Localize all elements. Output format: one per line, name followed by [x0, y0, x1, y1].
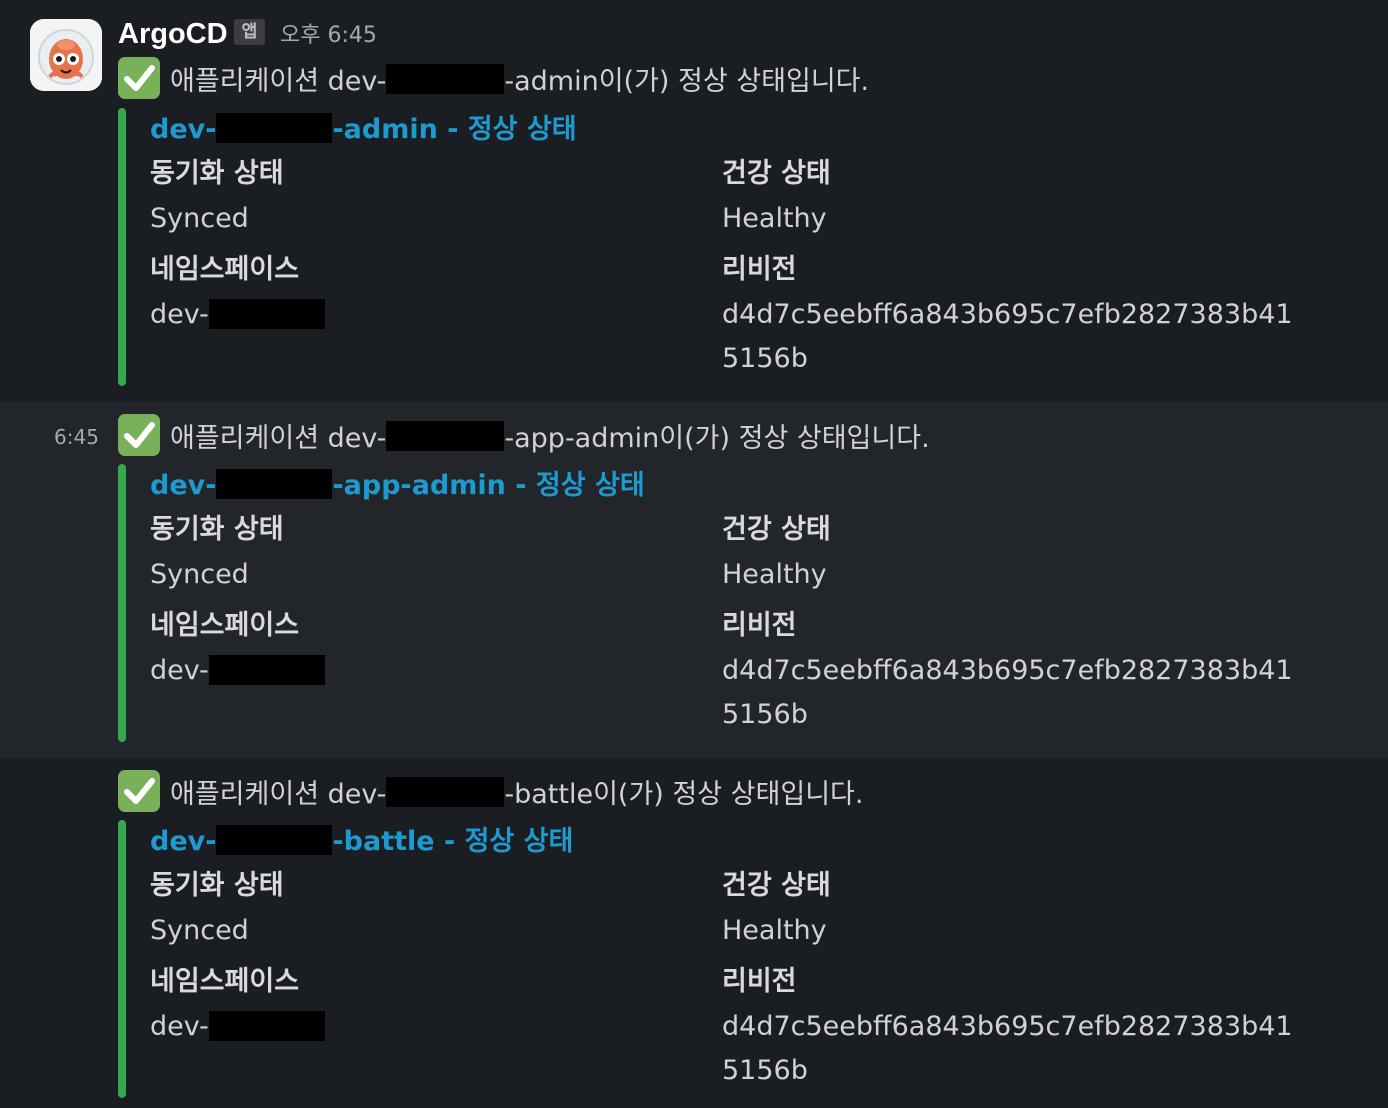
sync-status-value: Synced [150, 915, 249, 946]
sync-status-value: Synced [150, 559, 249, 590]
attachment-title-link[interactable]: dev- -admin - 정상 상태 [150, 110, 577, 150]
attachment-title-prefix: dev- [150, 826, 217, 857]
attachment-title-suffix: -app-admin - 정상 상태 [332, 470, 645, 501]
app-badge: 앱 [234, 19, 265, 45]
attachment-title-prefix: dev- [150, 114, 217, 145]
revision-value-line2: 5156b [722, 343, 808, 374]
message-text-suffix: -app-admin이(가) 정상 상태입니다. [504, 423, 930, 454]
attachment-color-bar [118, 820, 126, 1098]
redaction-block [216, 825, 333, 855]
sync-status-value: Synced [150, 203, 249, 234]
argocd-avatar-icon[interactable] [30, 19, 102, 91]
namespace-value: dev- [150, 1007, 325, 1047]
message-text-prefix: 애플리케이션 dev- [170, 779, 387, 810]
redaction-block [386, 64, 505, 94]
redaction-block [386, 777, 505, 807]
message[interactable]: 6:45 애플리케이션 dev- -app-admin이(가) 정상 상태입니다.… [0, 402, 1388, 758]
attachment-title-suffix: -battle - 정상 상태 [332, 826, 574, 857]
message[interactable]: 애플리케이션 dev- -battle이(가) 정상 상태입니다. dev- -ba… [0, 758, 1388, 1108]
attachment-title-suffix: -admin - 정상 상태 [332, 114, 577, 145]
health-status-value: Healthy [722, 915, 827, 946]
health-status-label: 건강 상태 [722, 158, 831, 189]
message-text: 애플리케이션 dev- -app-admin이(가) 정상 상태입니다. [118, 414, 930, 459]
revision-value-line1: d4d7c5eebff6a843b695c7efb2827383b41 [722, 1011, 1293, 1042]
attachment: dev- -battle - 정상 상태 동기화 상태 Synced 건강 상태 … [118, 820, 1378, 1098]
revision-value-line2: 5156b [722, 699, 808, 730]
white-check-mark-icon [118, 57, 160, 99]
redaction-block [386, 421, 505, 451]
sync-status-label: 동기화 상태 [150, 158, 284, 189]
message-text-suffix: -battle이(가) 정상 상태입니다. [504, 779, 864, 810]
sync-status-label: 동기화 상태 [150, 514, 284, 545]
namespace-value: dev- [150, 651, 325, 691]
namespace-label: 네임스페이스 [150, 610, 300, 641]
attachment: dev- -app-admin - 정상 상태 동기화 상태 Synced 건강 … [118, 464, 1378, 742]
message-hover-timestamp[interactable]: 6:45 [54, 422, 99, 452]
attachment: dev- -admin - 정상 상태 동기화 상태 Synced 건강 상태 H… [118, 108, 1378, 386]
message[interactable]: ArgoCD 앱 오후 6:45 애플리케이션 dev- -admin이(가) 정… [0, 0, 1388, 402]
attachment-title-link[interactable]: dev- -battle - 정상 상태 [150, 822, 573, 862]
redaction-block [208, 655, 325, 685]
attachment-color-bar [118, 108, 126, 386]
health-status-value: Healthy [722, 559, 827, 590]
namespace-value-prefix: dev- [150, 299, 209, 330]
sync-status-label: 동기화 상태 [150, 870, 284, 901]
attachment-title-link[interactable]: dev- -app-admin - 정상 상태 [150, 466, 645, 506]
message-text-prefix: 애플리케이션 dev- [170, 423, 387, 454]
namespace-value: dev- [150, 295, 325, 335]
revision-value-line2: 5156b [722, 1055, 808, 1086]
message-text-prefix: 애플리케이션 dev- [170, 66, 387, 97]
white-check-mark-icon [118, 414, 160, 456]
health-status-label: 건강 상태 [722, 870, 831, 901]
message-text-suffix: -admin이(가) 정상 상태입니다. [504, 66, 870, 97]
white-check-mark-icon [118, 770, 160, 812]
revision-label: 리비전 [722, 254, 797, 285]
revision-value-line1: d4d7c5eebff6a843b695c7efb2827383b41 [722, 655, 1293, 686]
redaction-block [208, 299, 325, 329]
attachment-color-bar [118, 464, 126, 742]
message-text: 애플리케이션 dev- -battle이(가) 정상 상태입니다. [118, 770, 863, 815]
namespace-value-prefix: dev- [150, 655, 209, 686]
namespace-label: 네임스페이스 [150, 966, 300, 997]
sender-name[interactable]: ArgoCD [118, 15, 228, 53]
redaction-block [208, 1011, 325, 1041]
health-status-value: Healthy [722, 203, 827, 234]
namespace-value-prefix: dev- [150, 1011, 209, 1042]
namespace-label: 네임스페이스 [150, 254, 300, 285]
revision-value-line1: d4d7c5eebff6a843b695c7efb2827383b41 [722, 299, 1293, 330]
redaction-block [216, 113, 333, 143]
revision-label: 리비전 [722, 966, 797, 997]
redaction-block [216, 469, 333, 499]
attachment-title-prefix: dev- [150, 470, 217, 501]
message-text: 애플리케이션 dev- -admin이(가) 정상 상태입니다. [118, 57, 869, 102]
health-status-label: 건강 상태 [722, 514, 831, 545]
revision-label: 리비전 [722, 610, 797, 641]
message-timestamp[interactable]: 오후 6:45 [280, 20, 377, 52]
